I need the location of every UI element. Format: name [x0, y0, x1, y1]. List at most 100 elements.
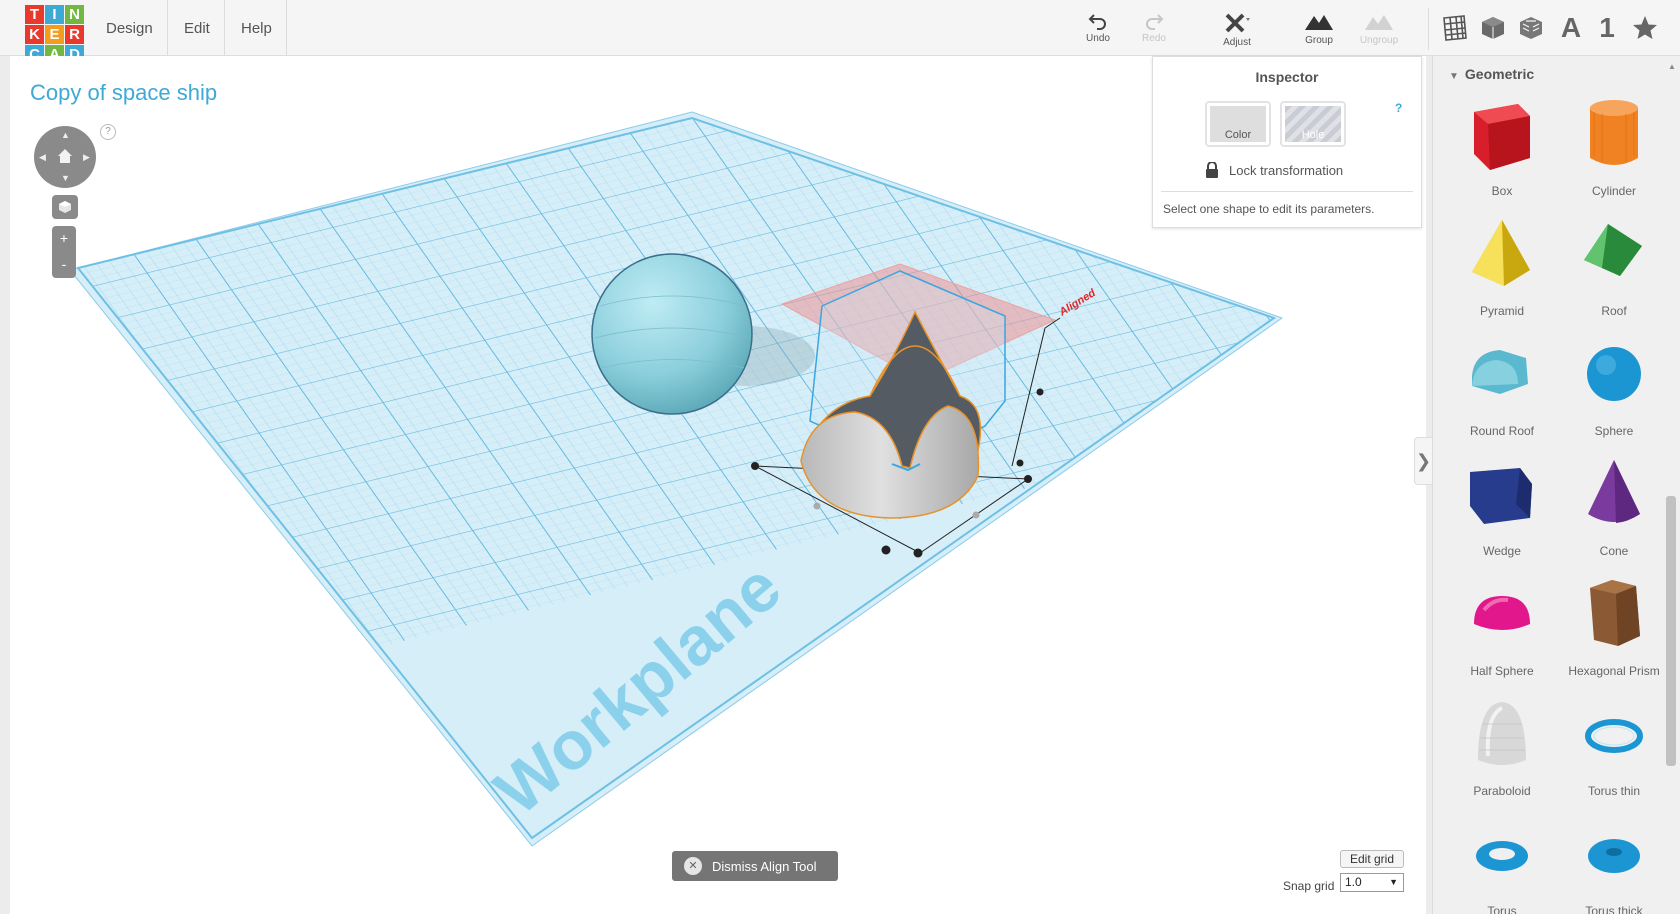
text-shapes-button[interactable]: A — [1554, 12, 1588, 44]
shape-box[interactable]: Box — [1447, 94, 1557, 202]
box-icon — [1474, 104, 1530, 170]
shape-label: Cylinder — [1591, 184, 1636, 198]
group-icon — [1305, 15, 1333, 30]
grid-icon — [1443, 15, 1467, 41]
orbit-down-icon[interactable]: ▼ — [61, 173, 70, 183]
logo-tile: R — [65, 25, 84, 44]
inspector-title: Inspector — [1255, 69, 1319, 85]
adjust-icon — [1225, 13, 1250, 33]
shape-paraboloid[interactable]: Paraboloid — [1447, 694, 1557, 802]
ungroup-button[interactable]: Ungroup — [1349, 12, 1409, 46]
paraboloid-icon — [1478, 702, 1526, 765]
grid-view-button[interactable] — [1438, 12, 1472, 44]
shape-pyramid[interactable]: Pyramid — [1447, 214, 1557, 322]
shape-label: Half Sphere — [1470, 664, 1534, 678]
torus-icon — [1476, 841, 1528, 871]
sphere-shape[interactable] — [591, 253, 753, 415]
top-bar: TINKERCAD Design Edit Help Undo Redo Adj… — [0, 0, 1680, 64]
logo-tile: T — [25, 5, 44, 24]
panel-scrollbar[interactable]: ▲ — [1664, 56, 1678, 914]
lock-label: Lock transformation — [1229, 162, 1344, 178]
shape-label: Torus thin — [1587, 784, 1641, 798]
shape-label: Torus thick — [1585, 904, 1643, 914]
half-sphere-icon — [1474, 596, 1530, 630]
shape-cone[interactable]: Cone — [1559, 454, 1669, 562]
design-title[interactable]: Copy of space ship — [30, 80, 217, 106]
orbit-right-icon[interactable]: ▶ — [83, 152, 90, 163]
home-icon[interactable] — [56, 147, 74, 165]
undo-button[interactable]: Undo — [1068, 12, 1128, 44]
wireframe-view-button[interactable] — [1514, 12, 1548, 44]
torus-thick-icon — [1588, 839, 1640, 873]
redo-label: Redo — [1142, 33, 1166, 44]
adjust-label: Adjust — [1223, 37, 1251, 48]
shape-torus-thick[interactable]: Torus thick — [1559, 814, 1669, 914]
color-button[interactable]: Color — [1205, 101, 1271, 147]
nav-help-icon[interactable]: ? — [100, 124, 116, 140]
cube-view-button[interactable] — [1476, 12, 1510, 44]
snap-grid-select[interactable]: 1.0 ▼ — [1340, 873, 1404, 892]
wedge-icon — [1470, 468, 1532, 524]
menu-edit[interactable]: Edit — [170, 0, 225, 56]
scroll-thumb[interactable] — [1666, 496, 1676, 766]
hole-label: Hole — [1301, 129, 1325, 141]
shape-label: Paraboloid — [1473, 784, 1531, 798]
shape-torus[interactable]: Torus — [1447, 814, 1557, 914]
menu-design[interactable]: Design — [92, 0, 168, 56]
scroll-up-icon[interactable]: ▲ — [1668, 62, 1676, 71]
logo-tile: N — [65, 5, 84, 24]
ungroup-icon — [1365, 15, 1393, 30]
shape-label: Hexagonal Prism — [1568, 664, 1660, 678]
adjust-button[interactable]: Adjust — [1207, 12, 1267, 48]
toolbar-divider — [1428, 8, 1429, 50]
orbit-up-icon[interactable]: ▲ — [61, 130, 70, 140]
shape-sphere[interactable]: Sphere — [1559, 334, 1669, 442]
shape-cylinder[interactable]: Cylinder — [1559, 94, 1669, 202]
favorites-button[interactable] — [1628, 12, 1662, 44]
inspector-divider — [1161, 191, 1413, 192]
shape-label: Sphere — [1594, 424, 1634, 438]
undo-icon — [1088, 14, 1106, 30]
pyramid-icon — [1472, 220, 1530, 286]
shape-round-roof[interactable]: Round Roof — [1447, 334, 1557, 442]
snap-grid-value: 1.0 — [1345, 875, 1362, 889]
round-roof-icon — [1472, 350, 1528, 394]
collapse-panel-button[interactable]: ❯ — [1414, 437, 1432, 485]
menu-help[interactable]: Help — [227, 0, 287, 56]
group-button[interactable]: Group — [1289, 12, 1349, 46]
torus-thin-icon — [1585, 719, 1643, 753]
dismiss-align-tool-button[interactable]: ✕ Dismiss Align Tool — [672, 851, 838, 881]
lock-transformation-toggle[interactable]: Lock transformation — [1205, 162, 1343, 178]
orbit-control[interactable]: ▲ ▼ ◀ ▶ — [34, 126, 96, 188]
zoom-out-button[interactable]: - — [52, 252, 76, 278]
shape-roof[interactable]: Roof — [1559, 214, 1669, 322]
group-label: Group — [1305, 35, 1333, 46]
close-icon: ✕ — [684, 857, 702, 875]
ungroup-label: Ungroup — [1359, 35, 1399, 46]
hexagonal-prism-icon — [1590, 580, 1640, 646]
zoom-control: + - — [52, 226, 76, 278]
inspector-hint: Select one shape to edit its parameters. — [1163, 202, 1375, 216]
shape-label: Torus — [1487, 904, 1517, 914]
shape-wedge[interactable]: Wedge — [1447, 454, 1557, 562]
geometric-section-header[interactable]: ▼ Geometric — [1449, 66, 1534, 82]
dismiss-label: Dismiss Align Tool — [712, 858, 817, 874]
zoom-in-button[interactable]: + — [52, 226, 76, 252]
fit-view-button[interactable] — [52, 195, 78, 219]
edit-grid-button[interactable]: Edit grid — [1340, 850, 1404, 868]
shape-hexagonal-prism[interactable]: Hexagonal Prism — [1559, 574, 1669, 682]
number-shapes-button[interactable]: 1 — [1590, 12, 1624, 44]
undo-label: Undo — [1086, 33, 1110, 44]
hole-button[interactable]: Hole — [1280, 101, 1346, 147]
chevron-down-icon: ▼ — [1389, 877, 1398, 887]
cylinder-icon — [1590, 100, 1638, 165]
cone-icon — [1588, 460, 1640, 523]
shape-half-sphere[interactable]: Half Sphere — [1447, 574, 1557, 682]
shape-torus-thin[interactable]: Torus thin — [1559, 694, 1669, 802]
sphere-icon — [1587, 347, 1641, 401]
redo-button[interactable]: Redo — [1124, 12, 1184, 44]
orbit-left-icon[interactable]: ◀ — [39, 152, 46, 163]
inspector-help-icon[interactable]: ? — [1395, 101, 1402, 115]
roof-icon — [1584, 224, 1642, 276]
shape-label: Box — [1491, 184, 1513, 198]
